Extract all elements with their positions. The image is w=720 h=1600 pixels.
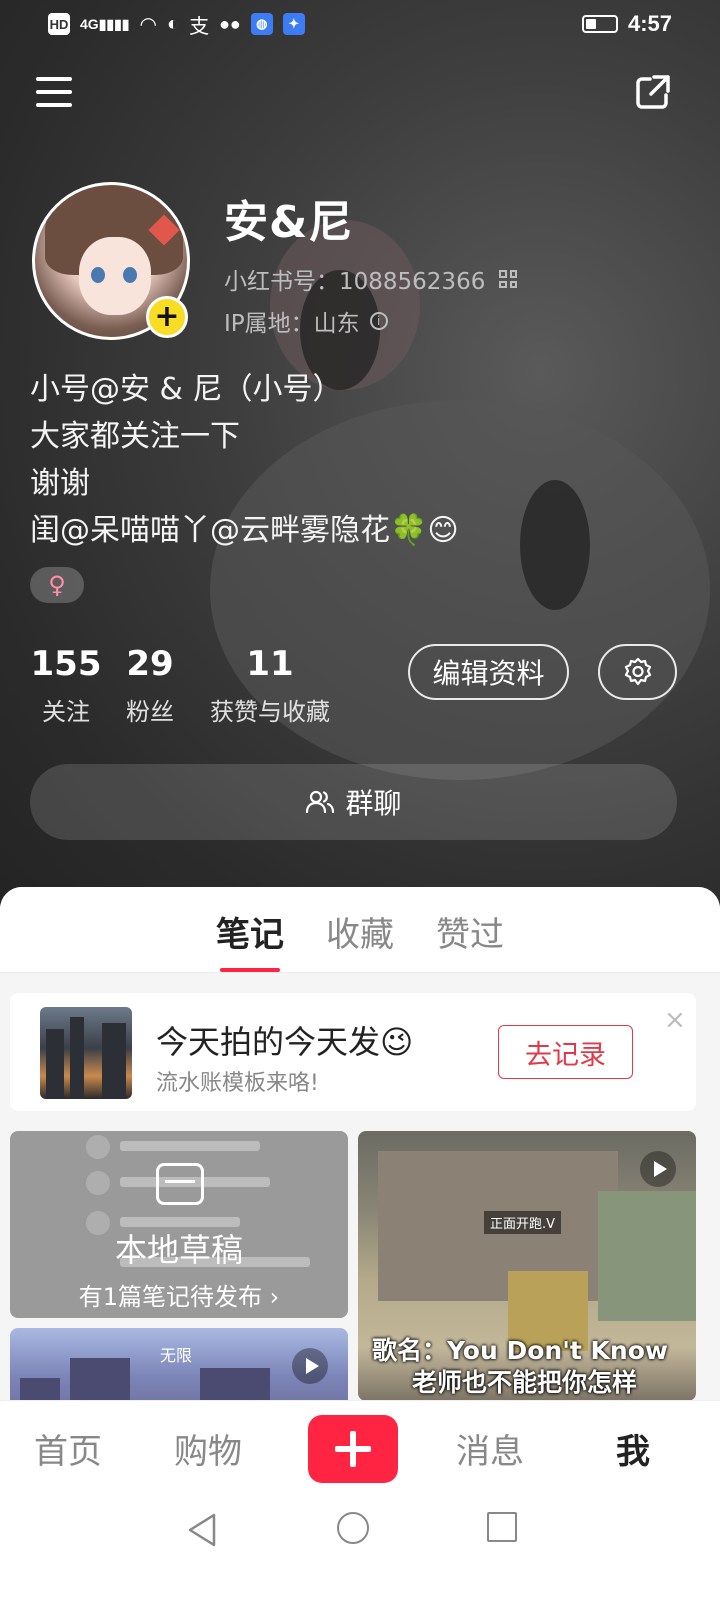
back-icon[interactable] (186, 1512, 218, 1548)
menu-icon[interactable] (36, 77, 72, 107)
signal-4g-icon: 4G▮▮▮▮ (80, 15, 130, 32)
gender-female-icon: ♀ (30, 567, 84, 603)
globe-icon: ◐ (166, 12, 180, 35)
browser-icon: ◍ (250, 13, 273, 35)
nav-me[interactable]: 我 (616, 1424, 650, 1473)
record-button[interactable]: 去记录 (498, 1025, 633, 1079)
status-icons-left: HD 4G▮▮▮▮ ◠ ◐ 支 ●● ◍ ✦ (48, 10, 305, 39)
video-caption: 歌名：You Don't Know (372, 1336, 668, 1365)
drafts-title: 本地草稿 (114, 1231, 243, 1269)
video-caption: 老师也不能把你怎样 (412, 1368, 638, 1397)
lightbulb-icon: ✦ (282, 13, 305, 35)
create-post-button[interactable] (308, 1415, 398, 1483)
wifi-icon: ◠ (139, 13, 157, 36)
bio-line: 谢谢 (30, 466, 90, 501)
tab-liked[interactable]: 赞过 (436, 903, 504, 956)
wechat-icon: ●● (219, 13, 241, 34)
status-icons-right: 4:57 (581, 11, 672, 37)
qr-code-icon[interactable] (499, 270, 518, 288)
stat-label: 获赞与收藏 (210, 698, 330, 726)
ip-location: IP属地：山东 i (224, 304, 388, 338)
nav-messages[interactable]: 消息 (456, 1424, 524, 1473)
promo-thumbnail (40, 1007, 132, 1099)
battery-icon (581, 15, 618, 33)
local-drafts-card[interactable]: 本地草稿 有1篇笔记待发布 › (10, 1131, 348, 1318)
stat-value: 29 (126, 644, 174, 684)
stat-label: 粉丝 (126, 698, 174, 726)
group-chat-button[interactable]: 群聊 (30, 764, 677, 840)
bottom-nav: 首页 购物 消息 我 (0, 1400, 720, 1496)
edit-profile-button[interactable]: 编辑资料 (408, 644, 569, 700)
bio-line: 大家都关注一下 (30, 419, 240, 454)
video-note-card[interactable]: 正面开跑.V 歌名：You Don't Know 老师也不能把你怎样 (358, 1131, 696, 1401)
profile-stats: 155 关注 29 粉丝 11 获赞与收藏 (31, 644, 338, 727)
system-navigation-bar (0, 1496, 720, 1600)
gear-icon (624, 657, 651, 686)
user-id-text: 小红书号：1088562366 (224, 269, 486, 295)
tab-collections[interactable]: 收藏 (326, 903, 394, 956)
user-id[interactable]: 小红书号：1088562366 (224, 262, 518, 296)
inbox-icon (156, 1163, 204, 1205)
stat-likes-collections[interactable]: 11 获赞与收藏 (202, 644, 338, 727)
play-icon (292, 1348, 328, 1384)
stat-followers[interactable]: 29 粉丝 (122, 644, 178, 727)
home-icon[interactable] (337, 1512, 369, 1544)
video-overlay-label: 正面开跑.V (484, 1211, 562, 1234)
bio-line: 闺@呆喵喵丫@云畔雾隐花🍀😊 (30, 513, 459, 548)
stat-value: 11 (246, 644, 294, 684)
clock: 4:57 (627, 11, 672, 36)
promo-banner: 今天拍的今天发😉 流水账模板来咯! 去记录 × (10, 993, 696, 1111)
share-icon[interactable] (634, 73, 672, 111)
info-icon[interactable]: i (369, 312, 388, 330)
group-chat-label: 群聊 (345, 787, 402, 820)
group-icon (306, 790, 335, 814)
settings-button[interactable] (598, 644, 677, 700)
nav-home[interactable]: 首页 (34, 1424, 102, 1473)
close-icon[interactable]: × (664, 1005, 686, 1035)
profile-bio: 小号@安 & 尼（小号） 大家都关注一下 谢谢 闺@呆喵喵丫@云畔雾隐花🍀😊 (30, 366, 459, 554)
alipay-icon: 支 (189, 15, 210, 38)
recent-apps-icon[interactable] (487, 1512, 517, 1542)
add-avatar-button[interactable]: + (146, 296, 188, 338)
profile-tabs: 笔记 收藏 赞过 (0, 887, 720, 973)
play-icon (640, 1151, 676, 1187)
stat-label: 关注 (42, 698, 90, 726)
ip-location-text: IP属地：山东 (224, 311, 360, 337)
hd-icon: HD (48, 13, 70, 35)
profile-name: 安&尼 (224, 197, 354, 248)
drafts-subtitle: 有1篇笔记待发布 › (78, 1283, 280, 1311)
promo-title: 今天拍的今天发😉 (156, 1023, 414, 1061)
stat-value: 155 (30, 644, 102, 684)
status-bar: HD 4G▮▮▮▮ ◠ ◐ 支 ●● ◍ ✦ 4:57 (0, 0, 720, 48)
top-actions (36, 68, 672, 116)
promo-subtitle: 流水账模板来咯! (156, 1071, 319, 1096)
background-eye-right (520, 480, 590, 610)
nav-shopping[interactable]: 购物 (174, 1424, 242, 1473)
stat-following[interactable]: 155 关注 (31, 644, 102, 727)
bio-line: 小号@安 & 尼（小号） (30, 372, 343, 407)
tab-notes[interactable]: 笔记 (216, 903, 284, 972)
image-overlay-label: 无限 (160, 1346, 193, 1365)
